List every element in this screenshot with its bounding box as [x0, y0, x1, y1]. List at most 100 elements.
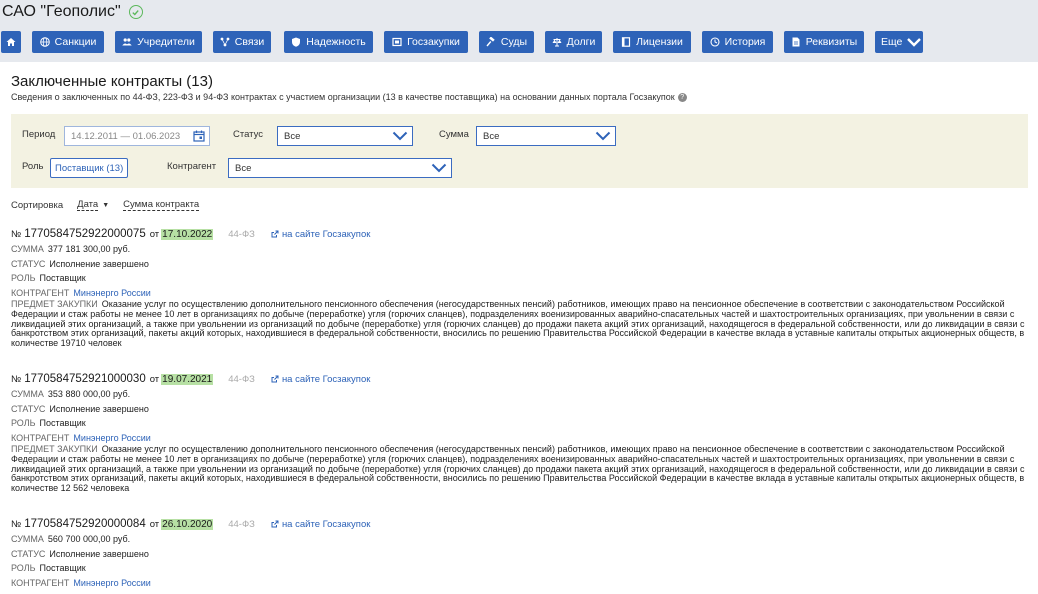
link-icon: [271, 375, 279, 383]
from-label: от: [149, 518, 160, 530]
counterparty-row: КОНТРАГЕНТ Минэнерго России: [11, 287, 151, 298]
home-icon: [6, 38, 16, 46]
from-label: от: [149, 228, 160, 240]
nav-debts-button[interactable]: Долги: [545, 31, 602, 53]
counterparty-label: Контрагент: [167, 161, 217, 172]
contract-role: Поставщик: [39, 418, 86, 428]
status-select[interactable]: Все: [277, 126, 413, 146]
number-prefix: №: [11, 228, 22, 240]
nav-licenses-button[interactable]: Лицензии: [613, 31, 691, 53]
gov-site-link[interactable]: на сайте Госзакупок: [271, 519, 370, 530]
filters-panel: Период 14.12.2011 — 01.06.2023 Статус Вс…: [11, 114, 1028, 188]
contract-header: № 1770584752921000030 от 19.07.2021 44-Ф…: [11, 371, 1026, 387]
nav-label: Санкции: [54, 36, 97, 48]
contract-status: Исполнение завершено: [49, 548, 149, 559]
sort-label: Сортировка: [11, 199, 64, 211]
sum-row: СУММА 560 700 000,00 руб.: [11, 534, 131, 544]
document-icon: [792, 37, 800, 47]
contract-sum: 353 880 000,00 руб.: [47, 389, 131, 399]
nav-more-button[interactable]: Еще: [875, 31, 923, 53]
sum-row: СУММА 377 181 300,00 руб.: [11, 244, 131, 254]
contract-subject: Оказание услуг по осуществлению дополнит…: [11, 299, 1025, 349]
law-badge: 44-ФЗ: [228, 373, 255, 385]
sort-by-date-link[interactable]: Дата: [77, 199, 99, 211]
nav-label: Надежность: [306, 36, 366, 48]
contract-date: 26.10.2020: [161, 518, 214, 530]
link-icon: [271, 520, 279, 528]
counterparty-link[interactable]: Минэнерго России: [73, 578, 150, 588]
contract-date: 17.10.2022: [161, 228, 214, 240]
nav-requisites-button[interactable]: Реквизиты: [784, 31, 864, 53]
role-row: РОЛЬ Поставщик: [11, 418, 86, 428]
status-value: Все: [284, 130, 301, 142]
network-icon: [220, 37, 230, 47]
number-prefix: №: [11, 373, 22, 385]
role-chip-supplier[interactable]: Поставщик (13): [50, 158, 129, 178]
nav-label: Лицензии: [636, 36, 683, 48]
section-title: Заключенные контракты (13): [11, 73, 213, 90]
nav-home-button[interactable]: [1, 31, 21, 53]
link-icon: [271, 230, 279, 238]
company-name: САО "Геополис": [2, 3, 121, 20]
check-circle-icon: [128, 5, 143, 19]
nav-reliability-button[interactable]: Надежность: [284, 31, 373, 53]
contract-item: № 1770584752920000084 от 26.10.2020 44-Ф…: [11, 516, 1026, 590]
gavel-icon: [486, 37, 495, 47]
contract-header: № 1770584752922000075 от 17.10.2022 44-Ф…: [11, 226, 1026, 242]
contract-status: Исполнение завершено: [49, 403, 149, 414]
sort-bar: Сортировка Дата ▼ Сумма контракта: [11, 199, 200, 211]
sum-value: Все: [483, 130, 500, 142]
nav-courts-button[interactable]: Суды: [479, 31, 534, 53]
counterparty-row: КОНТРАГЕНТ Минэнерго России: [11, 432, 151, 443]
subject-row: ПРЕДМЕТ ЗАКУПКИ Оказание услуг по осущест…: [11, 444, 1025, 494]
period-input[interactable]: 14.12.2011 — 01.06.2023: [64, 126, 210, 146]
gov-site-link[interactable]: на сайте Госзакупок: [271, 229, 370, 240]
sum-select[interactable]: Все: [476, 126, 616, 146]
users-icon: [122, 38, 132, 46]
contract-number: 1770584752920000084: [24, 518, 146, 530]
history-icon: [710, 37, 720, 47]
sum-row: СУММА 353 880 000,00 руб.: [11, 389, 131, 399]
help-icon[interactable]: ?: [677, 92, 687, 102]
number-prefix: №: [11, 518, 22, 530]
calendar-icon[interactable]: [193, 130, 205, 142]
nav-label: Учредители: [137, 36, 195, 48]
contract-item: № 1770584752921000030 от 19.07.2021 44-Ф…: [11, 371, 1026, 494]
contract-date: 19.07.2021: [161, 373, 214, 385]
nav-sanctions-button[interactable]: Санкции: [32, 31, 104, 53]
nav-procurement-button[interactable]: Госзакупки: [384, 31, 468, 53]
contract-item: № 1770584752922000075 от 17.10.2022 44-Ф…: [11, 226, 1026, 349]
sum-label: Сумма: [439, 129, 469, 140]
status-row: СТАТУС Исполнение завершено: [11, 258, 149, 269]
counterparty-value: Все: [235, 162, 252, 174]
nav-links-button[interactable]: Связи: [213, 31, 271, 53]
nav-history-button[interactable]: История: [702, 31, 773, 53]
from-label: от: [149, 373, 160, 385]
chevron-down-icon: [907, 38, 922, 47]
nav-label: Долги: [566, 36, 596, 48]
sort-by-sum-link[interactable]: Сумма контракта: [123, 199, 200, 211]
chevron-down-icon: [595, 131, 611, 141]
shield-icon: [292, 37, 301, 47]
contract-header: № 1770584752920000084 от 26.10.2020 44-Ф…: [11, 516, 1026, 532]
nav-label: Еще: [881, 36, 903, 48]
scales-icon: [552, 38, 562, 47]
globe-icon: [39, 37, 50, 47]
status-row: СТАТУС Исполнение завершено: [11, 403, 149, 414]
counterparty-link[interactable]: Минэнерго России: [73, 433, 150, 443]
nav-label: Реквизиты: [805, 36, 858, 48]
counterparty-select[interactable]: Все: [228, 158, 452, 178]
contracts-panel: Заключенные контракты (13) Сведения о за…: [0, 62, 1038, 594]
contract-role: Поставщик: [39, 563, 86, 573]
counterparty-link[interactable]: Минэнерго России: [73, 288, 150, 298]
subject-row: ПРЕДМЕТ ЗАКУПКИ Оказание услуг по осущест…: [11, 299, 1025, 349]
period-label: Период: [22, 129, 56, 140]
law-badge: 44-ФЗ: [228, 228, 255, 240]
nav-label: История: [724, 36, 766, 48]
sort-desc-icon: ▼: [102, 201, 110, 209]
gov-site-link[interactable]: на сайте Госзакупок: [271, 374, 370, 385]
contract-status: Исполнение завершено: [49, 258, 149, 269]
nav-founders-button[interactable]: Учредители: [115, 31, 202, 53]
counterparty-row: КОНТРАГЕНТ Минэнерго России: [11, 577, 151, 588]
status-row: СТАТУС Исполнение завершено: [11, 548, 149, 559]
